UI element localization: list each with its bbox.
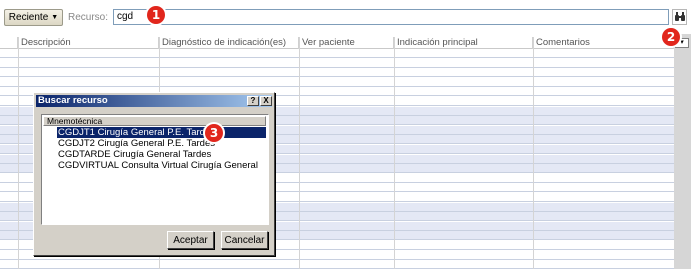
dialog-title: Buscar recurso [36,95,272,107]
list-item[interactable]: CGDJT1 Cirugía General P.E. Tardes [57,127,266,138]
table-row[interactable] [0,78,674,87]
resource-listbox[interactable]: Mnemotécnica CGDJT1 Cirugía General P.E.… [41,114,269,225]
column-header-ver-paciente[interactable]: Ver paciente [299,37,394,49]
accept-button[interactable]: Aceptar [167,231,214,249]
step-marker-3: 3 [205,124,223,142]
column-divider [533,37,534,269]
search-resource-dialog: Buscar recurso ? X Mnemotécnica CGDJT1 C… [33,92,275,256]
step-marker-2: 2 [662,28,680,46]
column-divider [394,37,395,269]
table-row[interactable] [0,260,674,269]
binoculars-icon[interactable] [672,9,687,25]
close-button[interactable]: X [260,96,272,106]
table-row[interactable] [0,68,674,78]
resource-input[interactable]: cgd [113,9,669,25]
help-button[interactable]: ? [247,96,259,106]
grid-header-blank [0,37,18,49]
toolbar: Reciente ▼ Recurso: cgd [0,0,691,34]
grid-header: Descripción Diagnóstico de indicación(es… [0,37,674,49]
vertical-scrollbar[interactable]: ▾ [674,34,691,269]
step-marker-1: 1 [147,6,165,24]
list-item[interactable]: CGDVIRTUAL Consulta Virtual Cirugía Gene… [57,160,258,171]
table-row[interactable] [0,49,674,58]
list-header-mnemotecnica[interactable]: Mnemotécnica [43,116,266,126]
column-divider [299,37,300,269]
list-item[interactable]: CGDJT2 Cirugía General P.E. Tardes [57,138,215,149]
recent-dropdown-button[interactable]: Reciente ▼ [4,9,63,26]
column-header-diagnostico[interactable]: Diagnóstico de indicación(es) [159,37,299,49]
column-divider [18,37,19,269]
table-row[interactable] [0,59,674,68]
chevron-down-icon: ▼ [51,14,59,21]
resource-label: Recurso: [68,12,109,23]
column-header-indicacion-principal[interactable]: Indicación principal [394,37,533,49]
cancel-button[interactable]: Cancelar [221,231,268,249]
list-item[interactable]: CGDTARDE Cirugía General Tardes [57,149,211,160]
column-header-descripcion[interactable]: Descripción [18,37,159,49]
column-header-comentarios[interactable]: Comentarios [533,37,674,49]
recent-label: Reciente [8,12,49,23]
